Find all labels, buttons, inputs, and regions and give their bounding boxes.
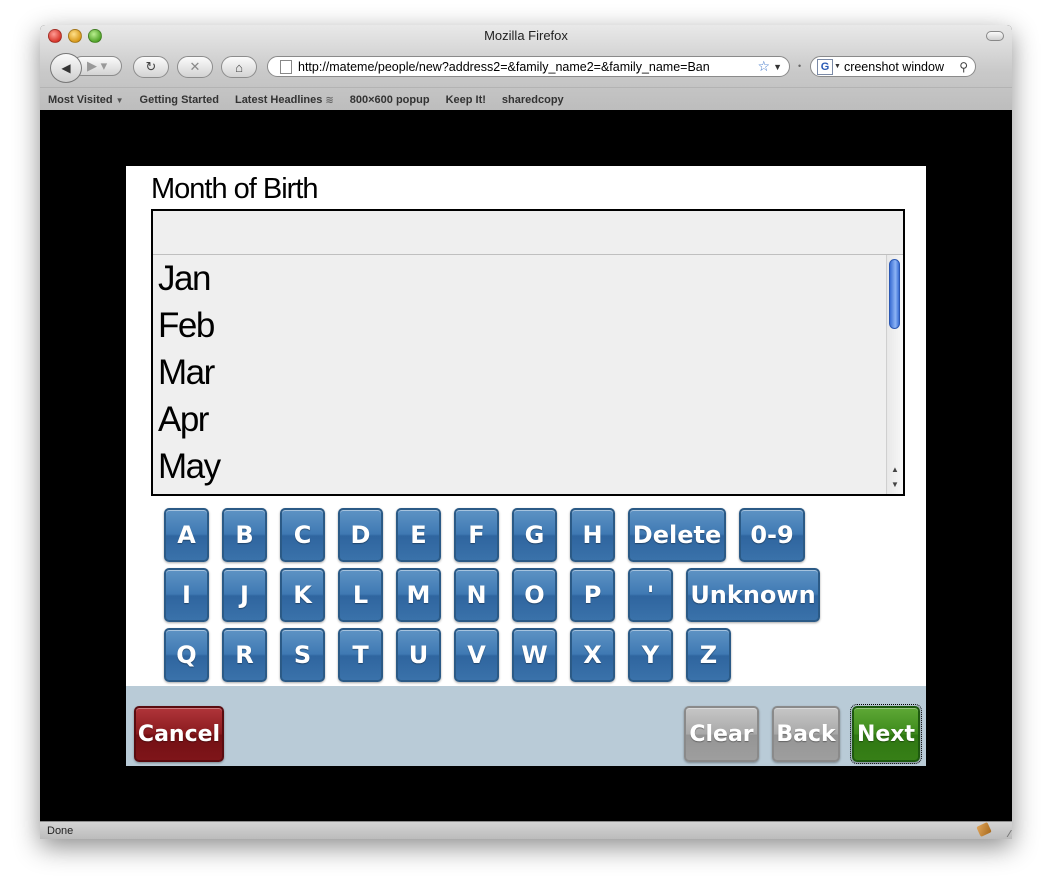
key-s[interactable]: S [280, 628, 325, 682]
bookmark-most-visited[interactable]: Most Visited ▼ [48, 94, 124, 106]
key-v[interactable]: V [454, 628, 499, 682]
search-engine-dropdown-icon[interactable]: ▼ [834, 63, 841, 70]
key-w[interactable]: W [512, 628, 557, 682]
key-p[interactable]: P [570, 568, 615, 622]
toolbar-separator-icon: • [798, 61, 802, 71]
key-j[interactable]: J [222, 568, 267, 622]
key-z[interactable]: Z [686, 628, 731, 682]
key-o[interactable]: O [512, 568, 557, 622]
back-arrow-icon: ◀ [61, 61, 71, 75]
window-title: Mozilla Firefox [484, 28, 568, 43]
status-bar: Done ⁄⁄ [40, 821, 1012, 839]
month-select[interactable]: Jan Feb Mar Apr May ▲ ▼ [151, 209, 905, 496]
cancel-button[interactable]: Cancel [134, 706, 224, 762]
page-icon [280, 59, 292, 74]
numbers-key[interactable]: 0-9 [739, 508, 805, 562]
key-m[interactable]: M [396, 568, 441, 622]
bookmark-keep-it[interactable]: Keep It! [446, 94, 486, 106]
stop-button[interactable]: ✕ [177, 56, 213, 78]
key-q[interactable]: Q [164, 628, 209, 682]
reload-icon: ↻ [145, 59, 157, 74]
home-button[interactable]: ⌂ [221, 56, 257, 78]
option-jan[interactable]: Jan [153, 255, 887, 302]
bookmark-popup[interactable]: 800×600 popup [350, 94, 430, 106]
option-feb[interactable]: Feb [153, 302, 887, 349]
key-a[interactable]: A [164, 508, 209, 562]
next-button[interactable]: Next [850, 704, 922, 764]
scrollbar-thumb[interactable] [889, 259, 900, 329]
bookmark-latest-headlines[interactable]: Latest Headlines ≋ [235, 94, 334, 106]
status-text: Done [47, 825, 74, 837]
back-step-button[interactable]: Back [772, 706, 840, 762]
bookmarks-toolbar: Most Visited ▼ Getting Started Latest Hea… [40, 87, 1012, 111]
scroll-up-arrow-icon[interactable]: ▲ [891, 465, 899, 474]
field-label: Month of Birth [151, 173, 319, 205]
month-input[interactable] [153, 211, 903, 255]
key-e[interactable]: E [396, 508, 441, 562]
option-mar[interactable]: Mar [153, 349, 887, 396]
url-bar[interactable]: http://mateme/people/new?address2=&famil… [267, 56, 790, 77]
addon-status-icon[interactable] [976, 821, 992, 838]
home-icon: ⌂ [235, 59, 243, 75]
toolbar-toggle-button[interactable] [986, 31, 1004, 41]
key-g[interactable]: G [512, 508, 557, 562]
key-b[interactable]: B [222, 508, 267, 562]
bookmark-sharedcopy[interactable]: sharedcopy [502, 94, 564, 106]
search-input[interactable]: creenshot window [844, 60, 959, 74]
month-option-list[interactable]: Jan Feb Mar Apr May [153, 255, 887, 494]
key-d[interactable]: D [338, 508, 383, 562]
bookmark-star-icon[interactable]: ☆ [758, 58, 771, 75]
option-may[interactable]: May [153, 443, 887, 490]
search-bar[interactable]: G ▼ creenshot window ⚲ [810, 56, 976, 77]
key-n[interactable]: N [454, 568, 499, 622]
option-apr[interactable]: Apr [153, 396, 887, 443]
bookmark-getting-started[interactable]: Getting Started [140, 94, 219, 106]
clear-button[interactable]: Clear [684, 706, 759, 762]
key-u[interactable]: U [396, 628, 441, 682]
unknown-key[interactable]: Unknown [686, 568, 820, 622]
delete-key[interactable]: Delete [628, 508, 726, 562]
back-button[interactable]: ◀ [50, 53, 82, 83]
key-l[interactable]: L [338, 568, 383, 622]
forward-arrow-icon: ▶ ▾ [87, 58, 108, 73]
key-h[interactable]: H [570, 508, 615, 562]
reload-button[interactable]: ↻ [133, 56, 169, 78]
key-t[interactable]: T [338, 628, 383, 682]
toolbar-area: Mozilla Firefox ◀ ▶ ▾ ↻ ✕ ⌂ http://matem… [40, 25, 1012, 110]
key-x[interactable]: X [570, 628, 615, 682]
action-bar: Cancel Clear Back Next [126, 686, 926, 766]
search-icon[interactable]: ⚲ [959, 60, 968, 74]
browser-window: Mozilla Firefox ◀ ▶ ▾ ↻ ✕ ⌂ http://matem… [40, 25, 1012, 839]
key-k[interactable]: K [280, 568, 325, 622]
rss-feed-icon: ≋ [325, 94, 334, 106]
url-history-dropdown-icon[interactable]: ▼ [773, 62, 782, 72]
key-r[interactable]: R [222, 628, 267, 682]
scroll-down-arrow-icon[interactable]: ▼ [891, 480, 899, 489]
option-scrollbar[interactable]: ▲ ▼ [886, 255, 903, 494]
key-y[interactable]: Y [628, 628, 673, 682]
chevron-down-icon: ▼ [115, 95, 124, 105]
key-i[interactable]: I [164, 568, 209, 622]
key-c[interactable]: C [280, 508, 325, 562]
search-engine-icon[interactable]: G [817, 58, 833, 75]
url-text[interactable]: http://mateme/people/new?address2=&famil… [298, 60, 758, 74]
key-f[interactable]: F [454, 508, 499, 562]
stop-icon: ✕ [189, 59, 201, 74]
key-apostrophe[interactable]: ' [628, 568, 673, 622]
touchscreen-form: Month of Birth Jan Feb Mar Apr May ▲ ▼ A… [126, 166, 926, 766]
